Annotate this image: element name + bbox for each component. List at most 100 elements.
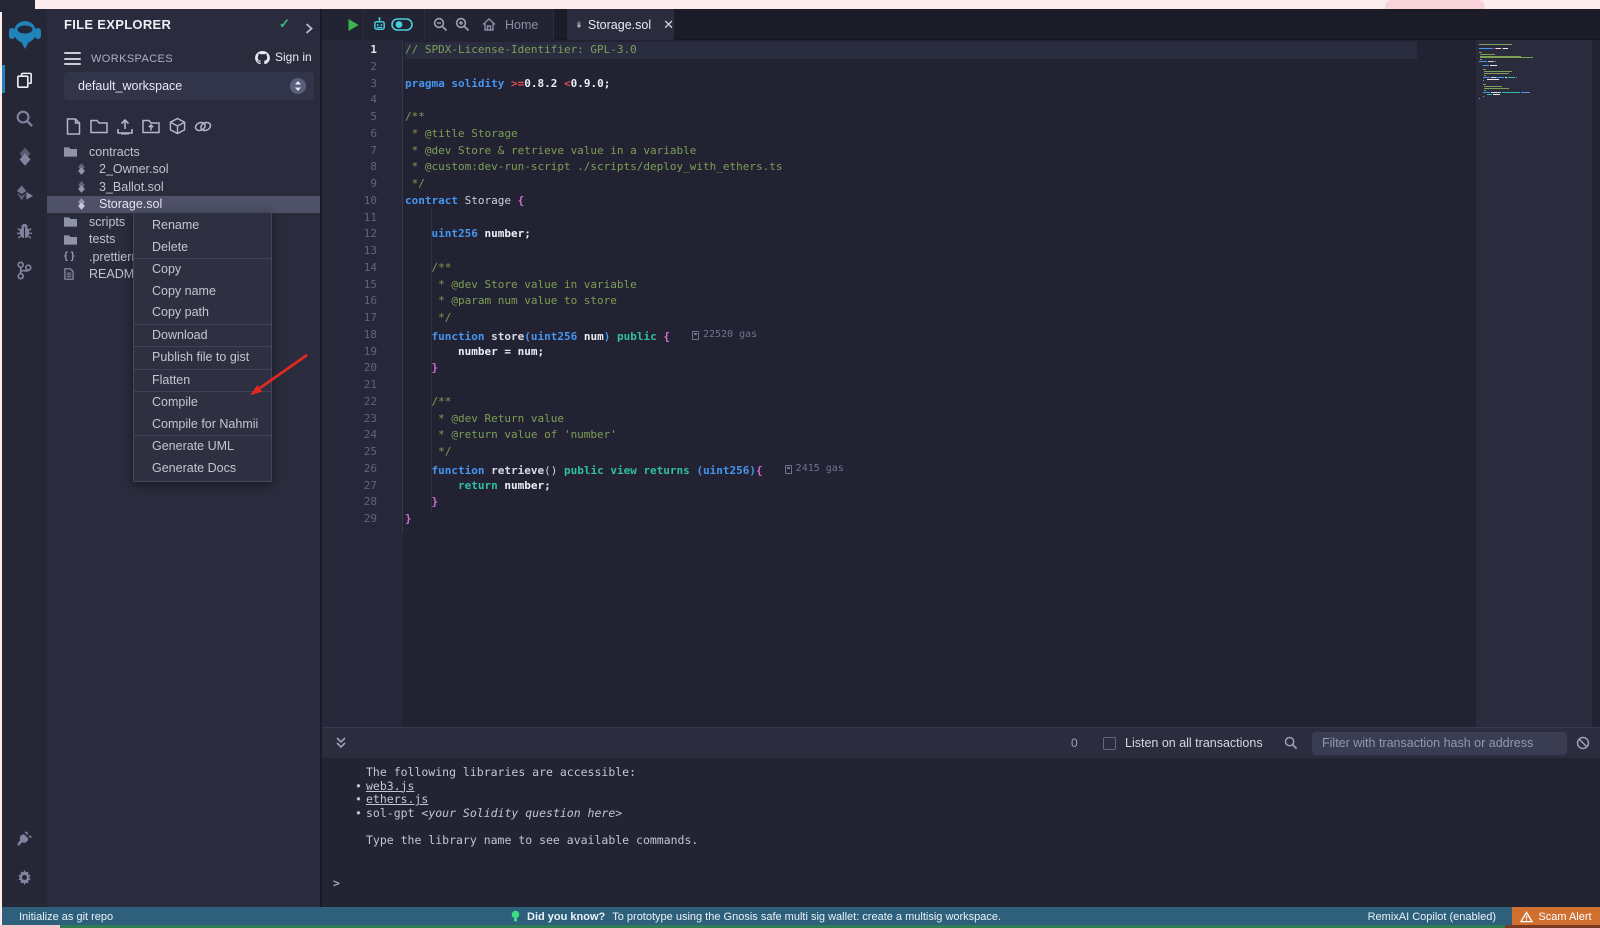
terminal-line: •ethers.js	[366, 793, 428, 807]
workspaces-label: WORKSPACES	[91, 53, 173, 65]
line-number: 14	[322, 260, 377, 277]
line-number: 15	[322, 277, 377, 294]
upload-folder-icon[interactable]	[142, 116, 160, 136]
code-line-3: 3pragma solidity >=0.8.2 <0.9.0;	[322, 76, 1472, 93]
zoom-out-icon[interactable]	[432, 9, 449, 40]
scam-alert-button[interactable]: Scam Alert	[1512, 907, 1600, 926]
context-menu-item-copy-path[interactable]: Copy path	[134, 302, 271, 324]
activity-solidity-compiler[interactable]	[2, 139, 47, 173]
context-menu-item-download[interactable]: Download	[134, 325, 271, 347]
line-number: 1	[322, 42, 377, 59]
braces-icon: { }	[64, 251, 75, 262]
transaction-filter-input[interactable]: Filter with transaction hash or address	[1312, 732, 1567, 755]
context-menu-item-copy-name[interactable]: Copy name	[134, 281, 271, 303]
new-folder-icon[interactable]	[90, 116, 108, 136]
line-number: 22	[322, 394, 377, 411]
tree-item-contracts[interactable]: contracts	[47, 143, 320, 161]
context-menu-item-generate-docs[interactable]: Generate Docs	[134, 458, 271, 480]
line-number: 13	[322, 243, 377, 260]
code-line-15: 15 * @dev Store value in variable	[322, 277, 1472, 294]
new-file-icon[interactable]	[64, 116, 82, 136]
expand-terminal-icon[interactable]	[335, 736, 347, 755]
listen-checkbox[interactable]	[1103, 737, 1116, 750]
chevron-right-icon[interactable]	[305, 21, 313, 39]
tree-item-storage-sol[interactable]: Storage.sol	[47, 196, 320, 214]
line-number: 4	[322, 92, 377, 109]
workspace-select[interactable]: default_workspace	[64, 72, 314, 100]
context-menu-item-generate-uml[interactable]: Generate UML	[134, 436, 271, 458]
code-line-6: 6 * @title Storage	[322, 126, 1472, 143]
ipfs-cube-icon[interactable]	[168, 116, 186, 136]
tab-home[interactable]: Home	[472, 9, 548, 40]
tree-item-3-ballot-sol[interactable]: 3_Ballot.sol	[47, 178, 320, 196]
line-number: 24	[322, 427, 377, 444]
copilot-status[interactable]: RemixAI Copilot (enabled)	[1368, 911, 1496, 923]
line-number: 27	[322, 478, 377, 495]
context-menu-item-rename[interactable]: Rename	[134, 215, 271, 237]
sign-in-button[interactable]: Sign in	[255, 50, 312, 64]
code-line-26: 26 function retrieve() public view retur…	[322, 461, 1472, 478]
ai-toggle[interactable]	[390, 9, 414, 40]
context-menu-item-compile-for-nahmii[interactable]: Compile for Nahmii	[134, 414, 271, 436]
home-icon	[482, 18, 496, 31]
tree-item-2-owner-sol[interactable]: 2_Owner.sol	[47, 161, 320, 179]
tab-storage-sol[interactable]: Storage.sol ✕	[567, 9, 674, 40]
solidity-file-icon	[576, 18, 582, 31]
code-line-8: 8 * @custom:dev-run-script ./scripts/dep…	[322, 159, 1472, 176]
zoom-in-icon[interactable]	[454, 9, 471, 40]
code-line-25: 25 */	[322, 444, 1472, 461]
link-icon[interactable]	[194, 116, 212, 136]
code-line-12: 12 uint256 number;	[322, 226, 1472, 243]
context-menu-item-copy[interactable]: Copy	[134, 259, 271, 281]
ai-copilot-icon[interactable]	[370, 9, 388, 40]
close-tab-icon[interactable]: ✕	[663, 17, 674, 33]
code-line-17: 17 */	[322, 310, 1472, 327]
run-script-button[interactable]	[343, 9, 363, 40]
line-number: 18	[322, 327, 377, 344]
main-area: Home Storage.sol ✕ 1// SPDX-License-Iden…	[322, 9, 1600, 907]
folder-icon	[64, 234, 77, 245]
terminal-search-icon	[1284, 736, 1298, 755]
code-line-18: 18 function store(uint256 num) public {2…	[322, 327, 1472, 344]
git-init-button[interactable]: Initialize as git repo	[19, 911, 113, 923]
terminal-link[interactable]: ethers.js	[366, 792, 428, 806]
remix-ide-window: FILE EXPLORER ✓ WORKSPACES Sign in defau…	[2, 9, 1600, 926]
workspaces-menu-icon[interactable]	[64, 52, 81, 65]
code-line-20: 20 }	[322, 360, 1472, 377]
line-number: 9	[322, 176, 377, 193]
line-number: 16	[322, 293, 377, 310]
activity-debugger[interactable]	[2, 214, 47, 248]
clear-console-icon[interactable]	[1576, 736, 1590, 755]
code-line-21: 21	[322, 377, 1472, 394]
minimap[interactable]	[1476, 40, 1592, 727]
line-number: 28	[322, 494, 377, 511]
line-number: 2	[322, 59, 377, 76]
line-number: 10	[322, 193, 377, 210]
upload-file-icon[interactable]	[116, 116, 134, 136]
gas-estimate: 2415 gas	[785, 461, 844, 478]
activity-search[interactable]	[2, 101, 47, 135]
activity-git[interactable]	[2, 253, 47, 287]
context-menu-item-delete[interactable]: Delete	[134, 237, 271, 259]
transaction-count: 0	[1071, 736, 1078, 750]
code-line-28: 28 }	[322, 494, 1472, 511]
line-number: 21	[322, 377, 377, 394]
line-number: 3	[322, 76, 377, 93]
editor-tabbar: Home Storage.sol ✕	[322, 9, 1600, 40]
line-number: 25	[322, 444, 377, 461]
terminal-line: •sol-gpt <your Solidity question here>	[366, 807, 622, 821]
activity-plugin-manager[interactable]	[2, 821, 47, 855]
code-line-29: 29}	[322, 511, 1472, 528]
activity-file-explorer[interactable]	[2, 63, 47, 97]
line-number: 11	[322, 210, 377, 227]
activity-deploy-run[interactable]	[2, 176, 47, 210]
code-editor[interactable]: 1// SPDX-License-Identifier: GPL-3.023pr…	[322, 40, 1600, 727]
terminal-line: The following libraries are accessible:	[366, 766, 636, 780]
check-icon[interactable]: ✓	[279, 16, 290, 32]
activity-settings[interactable]	[2, 860, 47, 894]
line-number: 7	[322, 143, 377, 160]
code-line-19: 19 number = num;	[322, 344, 1472, 361]
terminal-output[interactable]: The following libraries are accessible: •…	[322, 758, 1600, 907]
remix-logo	[8, 17, 42, 51]
terminal-link[interactable]: web3.js	[366, 779, 414, 793]
